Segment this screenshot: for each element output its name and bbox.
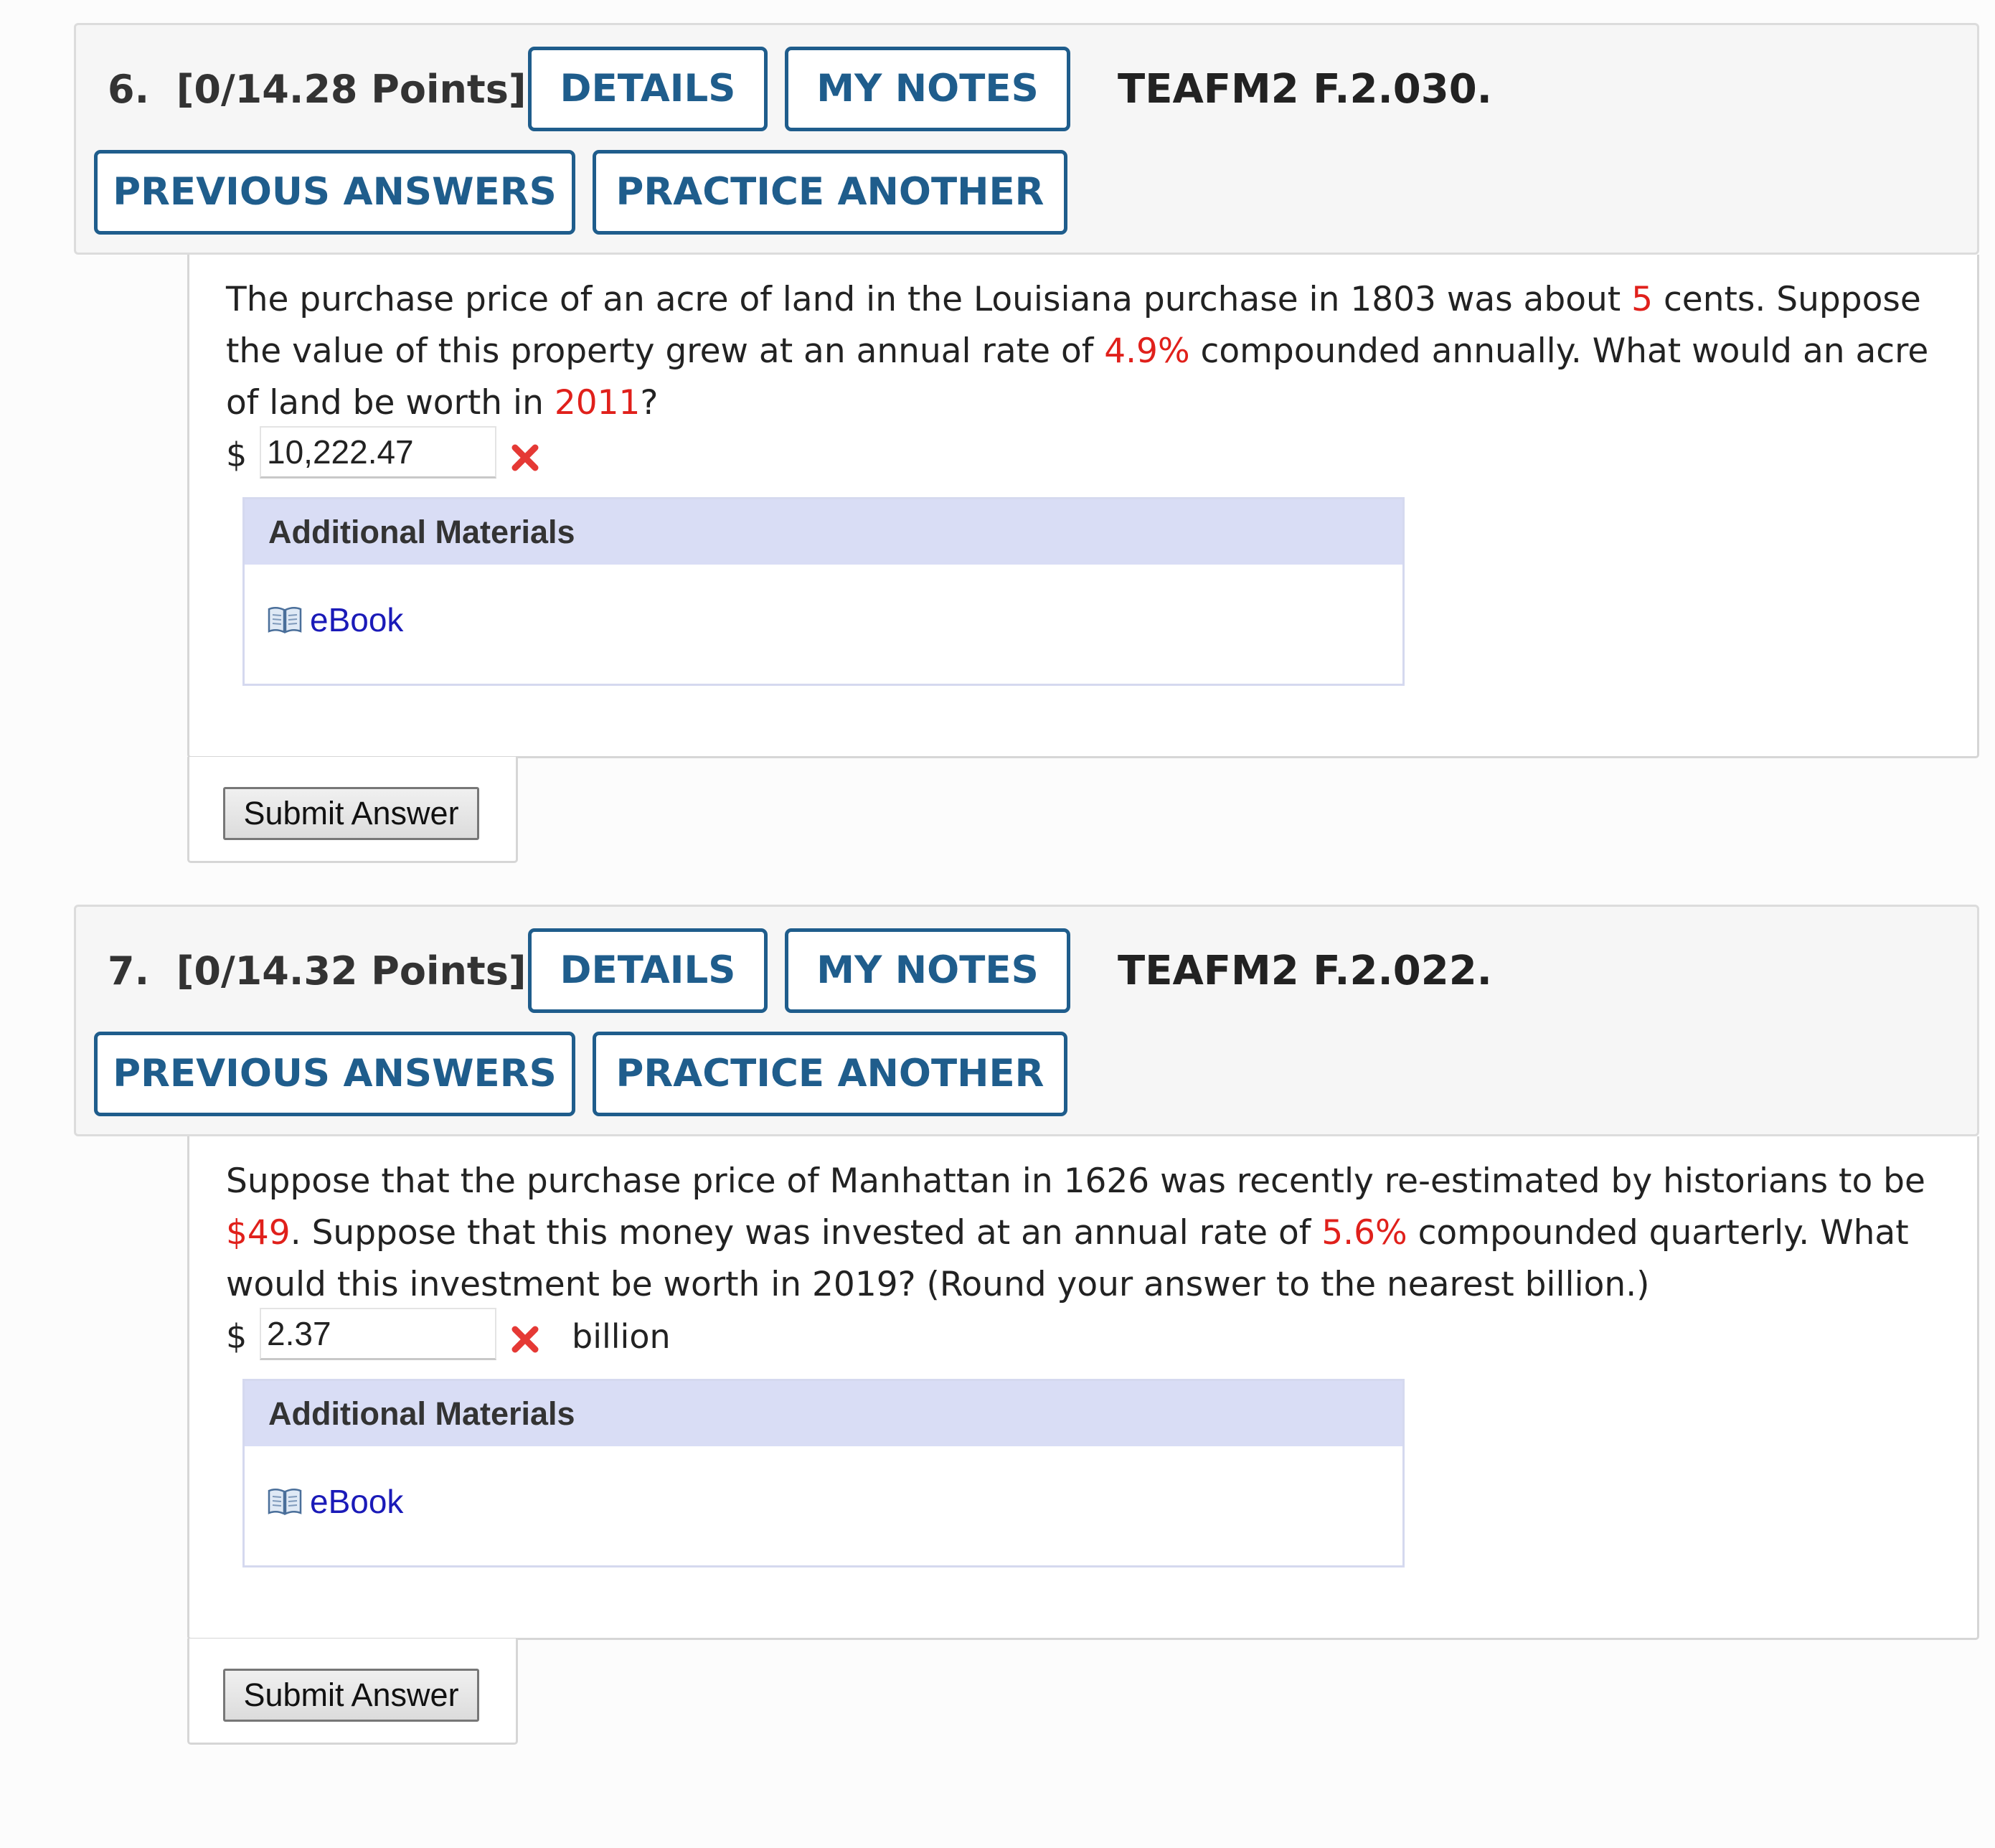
submit-answer-button[interactable]: Submit Answer xyxy=(223,787,479,840)
answer-input[interactable] xyxy=(260,1308,496,1360)
ebook-link-label: eBook xyxy=(310,601,404,638)
book-icon xyxy=(268,607,302,633)
ebook-link[interactable]: eBook xyxy=(267,1480,403,1523)
prompt-value: 2011 xyxy=(554,383,641,423)
details-button[interactable]: DETAILS xyxy=(528,47,768,131)
answer-input[interactable] xyxy=(260,426,496,478)
details-button[interactable]: DETAILS xyxy=(528,928,768,1013)
prompt-value: 5.6% xyxy=(1321,1213,1407,1253)
question-number: 7. xyxy=(108,948,150,994)
close-icon xyxy=(511,1326,539,1353)
prompt-value: 4.9% xyxy=(1104,331,1190,371)
additional-materials-heading: Additional Materials xyxy=(245,1381,1402,1446)
previous-answers-button[interactable]: PREVIOUS ANSWERS xyxy=(94,1032,575,1116)
question-number: 6. xyxy=(108,67,150,112)
prompt-text: The purchase price of an acre of land in… xyxy=(226,280,1632,319)
question-points: [0/14.32 Points] xyxy=(176,948,527,994)
prompt-value: 5 xyxy=(1631,280,1654,319)
practice-another-button[interactable]: PRACTICE ANOTHER xyxy=(593,1032,1067,1116)
close-icon xyxy=(511,444,539,471)
question-number-points: 7. [0/14.32 Points] xyxy=(108,946,527,996)
answer-row: $ xyxy=(226,426,1087,484)
prompt-value: $49 xyxy=(226,1213,291,1253)
question-points: [0/14.28 Points] xyxy=(176,67,527,112)
ebook-link-label: eBook xyxy=(310,1483,404,1520)
question-code: TEAFM2 F.2.030. xyxy=(1118,66,1492,113)
submit-answer-button[interactable]: Submit Answer xyxy=(223,1669,479,1722)
my-notes-button[interactable]: MY NOTES xyxy=(785,47,1070,131)
book-icon xyxy=(268,1489,302,1515)
practice-another-button[interactable]: PRACTICE ANOTHER xyxy=(593,150,1067,235)
answer-unit: billion xyxy=(572,1317,671,1356)
prompt-text: . Suppose that this money was invested a… xyxy=(290,1213,1322,1253)
prompt-text: Suppose that the purchase price of Manha… xyxy=(226,1161,1925,1201)
previous-answers-button[interactable]: PREVIOUS ANSWERS xyxy=(94,150,575,235)
additional-materials: Additional Materials eBook xyxy=(242,1379,1405,1568)
additional-materials-heading: Additional Materials xyxy=(245,499,1402,565)
additional-materials: Additional Materials eBook xyxy=(242,497,1405,686)
prompt-text: ? xyxy=(640,383,659,423)
currency-symbol: $ xyxy=(226,435,247,474)
question-number-points: 6. [0/14.28 Points] xyxy=(108,65,527,115)
question-prompt: The purchase price of an acre of land in… xyxy=(226,274,1962,429)
answer-row: $ billion xyxy=(226,1308,1087,1365)
question-prompt: Suppose that the purchase price of Manha… xyxy=(226,1156,1962,1311)
ebook-link[interactable]: eBook xyxy=(267,598,403,641)
question-code: TEAFM2 F.2.022. xyxy=(1118,948,1492,994)
my-notes-button[interactable]: MY NOTES xyxy=(785,928,1070,1013)
currency-symbol: $ xyxy=(226,1317,247,1356)
